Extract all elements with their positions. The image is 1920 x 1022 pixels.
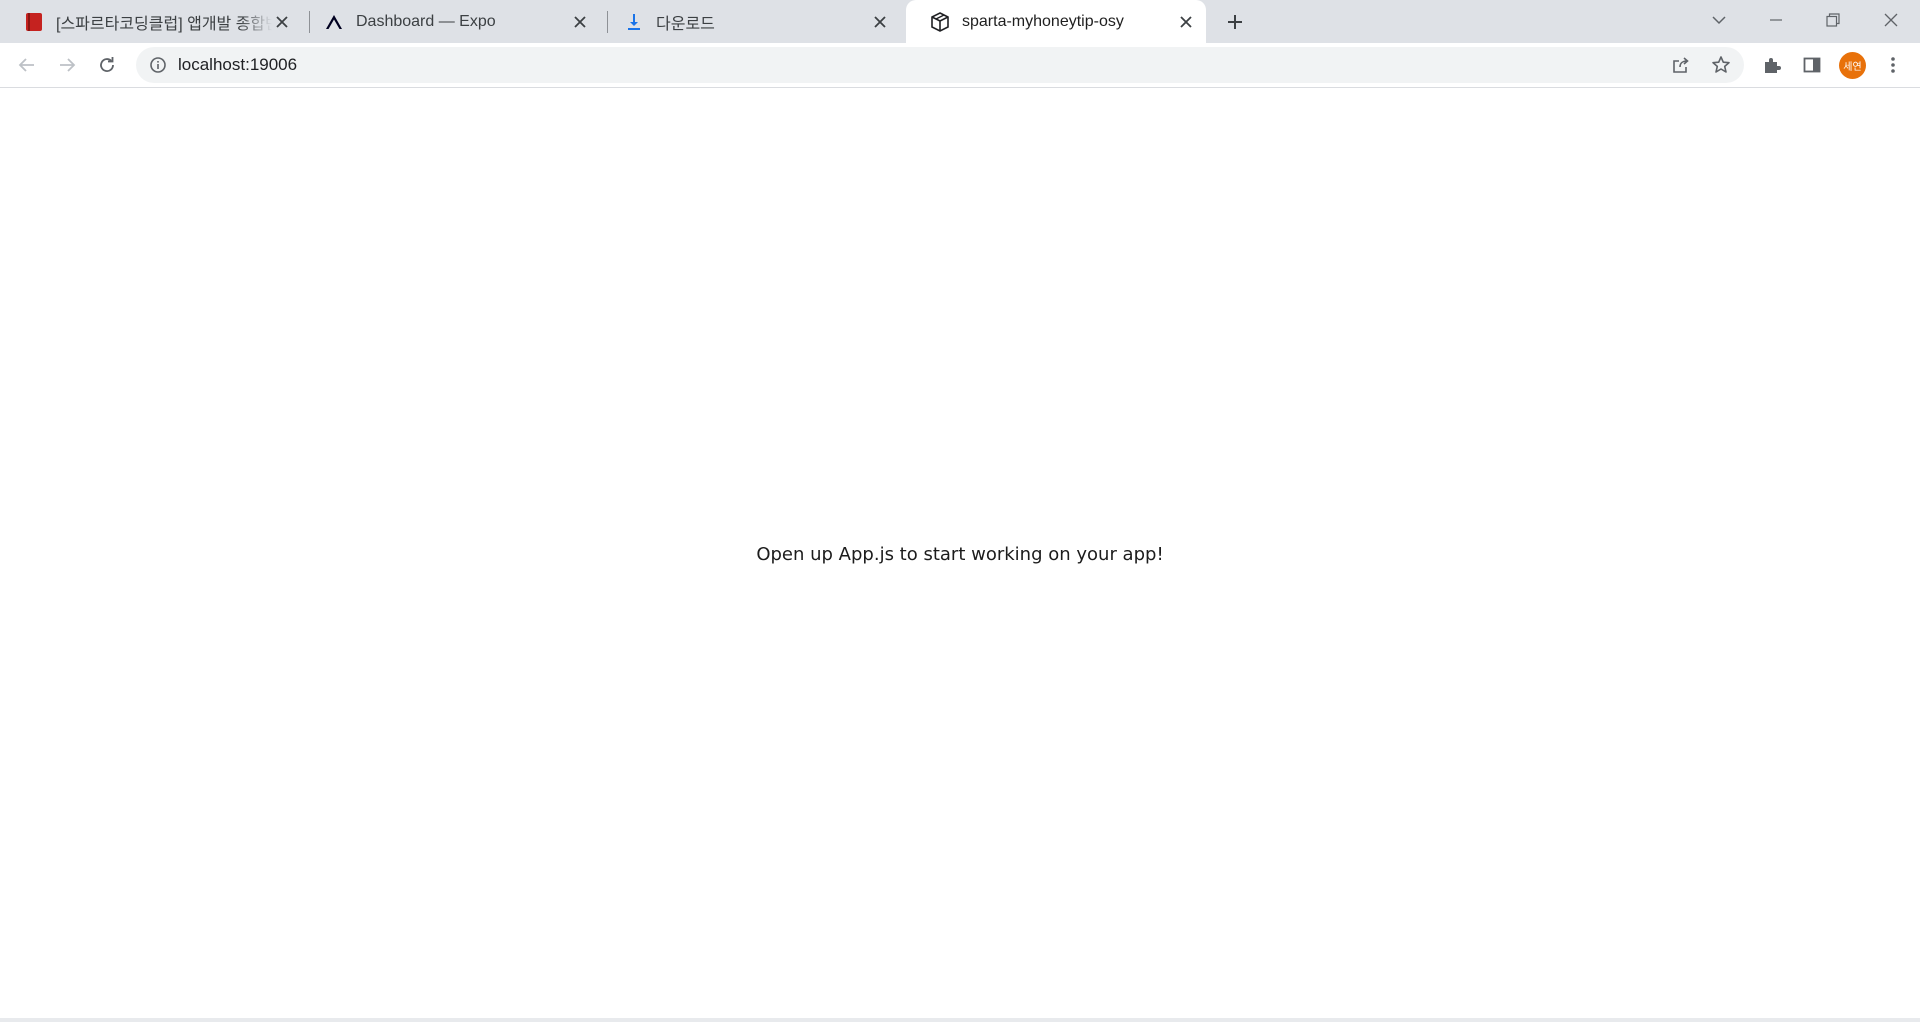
side-panel-button[interactable] <box>1798 51 1826 79</box>
reload-button[interactable] <box>91 49 123 81</box>
address-text[interactable]: localhost:19006 <box>178 55 297 75</box>
minimize-icon <box>1770 19 1782 21</box>
close-icon[interactable] <box>570 12 590 32</box>
expo-icon <box>324 12 344 32</box>
new-tab-button[interactable] <box>1222 9 1248 35</box>
back-button[interactable] <box>11 49 43 81</box>
app-message: Open up App.js to start working on your … <box>756 544 1164 565</box>
bookmark-star-icon[interactable] <box>1709 53 1733 77</box>
book-icon <box>24 12 44 32</box>
tab-sparta-myhoneytip[interactable]: sparta-myhoneytip-osy <box>906 0 1206 43</box>
tab-search-button[interactable] <box>1696 0 1742 40</box>
share-icon[interactable] <box>1669 53 1693 77</box>
tab-downloads[interactable]: 다운로드 <box>600 0 900 43</box>
tab-title: sparta-myhoneytip-osy <box>962 12 1124 30</box>
browser-toolbar: localhost:19006 세연 <box>0 43 1920 88</box>
close-icon[interactable] <box>1176 12 1196 32</box>
chevron-down-icon <box>1712 16 1726 25</box>
info-icon[interactable] <box>148 55 168 75</box>
tab-sparta-coding-club[interactable]: [스파르타코딩클럽] 앱개발 종합반 <box>0 0 302 43</box>
download-icon <box>624 12 644 32</box>
kebab-menu-icon <box>1891 57 1895 73</box>
tab-expo-dashboard[interactable]: Dashboard — Expo <box>300 0 600 43</box>
close-window-button[interactable] <box>1868 0 1914 40</box>
window-bottom-border <box>0 1018 1920 1022</box>
close-icon[interactable] <box>272 12 292 32</box>
menu-button[interactable] <box>1879 51 1907 79</box>
arrow-left-icon <box>18 58 34 72</box>
side-panel-icon <box>1803 57 1821 73</box>
expo-cube-icon <box>930 11 950 32</box>
address-bar[interactable]: localhost:19006 <box>136 47 1744 83</box>
tab-title: [스파르타코딩클럽] 앱개발 종합반 <box>56 15 272 33</box>
extensions-button[interactable] <box>1758 51 1786 79</box>
tab-strip: [스파르타코딩클럽] 앱개발 종합반 Dashboard — Expo 다운로드… <box>0 0 1920 43</box>
page-viewport: Open up App.js to start working on your … <box>0 88 1920 1018</box>
arrow-right-icon <box>60 58 76 72</box>
reload-icon <box>100 57 114 72</box>
restore-button[interactable] <box>1810 0 1856 40</box>
close-icon <box>1884 13 1898 27</box>
forward-button[interactable] <box>51 49 83 81</box>
restore-icon <box>1826 13 1840 27</box>
tab-title: Dashboard — Expo <box>356 12 496 30</box>
tab-title: 다운로드 <box>656 15 715 33</box>
puzzle-icon <box>1765 58 1781 73</box>
profile-avatar[interactable]: 세연 <box>1839 52 1866 79</box>
close-icon[interactable] <box>870 12 890 32</box>
browser-window: [스파르타코딩클럽] 앱개발 종합반 Dashboard — Expo 다운로드… <box>0 0 1920 1022</box>
minimize-button[interactable] <box>1753 0 1799 40</box>
